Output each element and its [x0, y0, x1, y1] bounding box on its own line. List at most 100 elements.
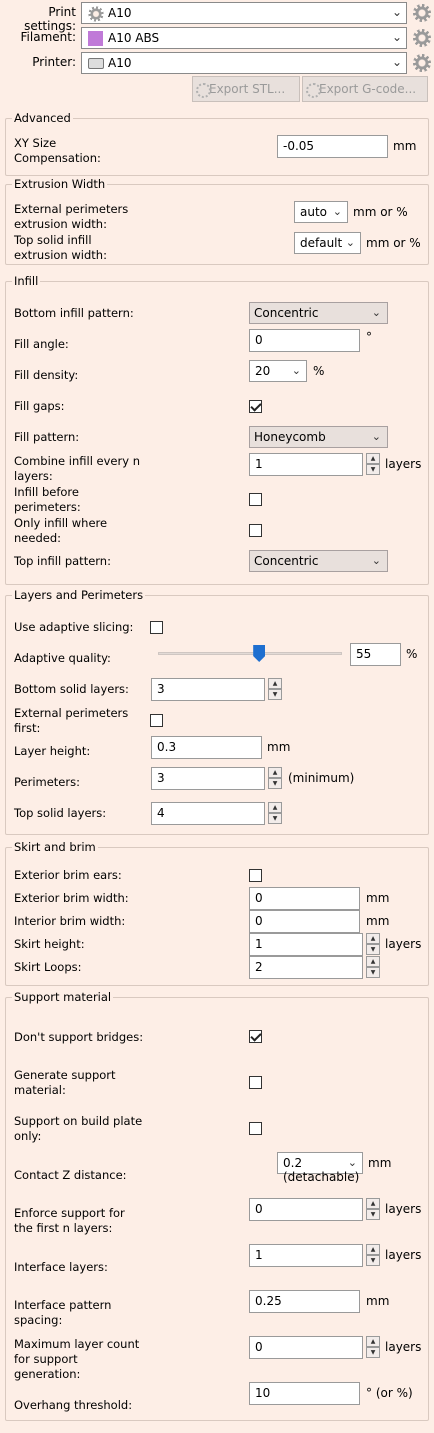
print-settings-value: A10	[108, 6, 132, 20]
adaptive-quality-slider-track[interactable]	[158, 652, 342, 655]
infill-before-label: Infill before	[14, 485, 79, 499]
fill-density-select[interactable]: 20 ⌄	[249, 360, 307, 382]
spin-down-icon[interactable]: ▼	[366, 464, 380, 475]
print-settings-gear-icon	[88, 6, 104, 22]
perimeters-input[interactable]: 3	[151, 767, 265, 790]
support-build-plate-checkbox[interactable]	[249, 1122, 262, 1135]
max-layer-count-input[interactable]: 0	[249, 1336, 363, 1359]
spin-down-icon[interactable]: ▼	[366, 967, 380, 978]
infill-before-label-2: perimeters:	[14, 500, 81, 514]
top-solid-layers-input[interactable]: 4	[151, 802, 265, 825]
bottom-solid-layers-input[interactable]: 3	[151, 678, 265, 701]
skirt-height-spinner[interactable]: ▲ ▼	[366, 933, 380, 955]
fill-angle-unit: °	[366, 330, 372, 344]
skirt-height-unit: layers	[385, 937, 422, 951]
fill-density-unit: %	[313, 364, 325, 378]
spin-up-icon[interactable]: ▲	[366, 933, 380, 944]
max-layer-count-spinner[interactable]: ▲ ▼	[366, 1336, 380, 1358]
spin-up-icon[interactable]: ▲	[366, 1336, 380, 1347]
layer-height-unit: mm	[267, 740, 291, 754]
interior-brim-width-unit: mm	[366, 914, 390, 928]
spin-down-icon[interactable]: ▼	[268, 813, 282, 824]
overhang-threshold-input[interactable]: 10	[249, 1382, 360, 1405]
interior-brim-width-input[interactable]: 0	[249, 910, 360, 933]
export-stl-label: Export STL...	[209, 82, 286, 96]
layers-perimeters-title: Layers and Perimeters	[12, 588, 146, 602]
dont-support-bridges-checkbox[interactable]	[249, 1030, 262, 1043]
ext-perimeters-first-checkbox[interactable]	[150, 714, 163, 727]
infill-before-checkbox[interactable]	[249, 493, 262, 506]
fill-angle-input[interactable]: 0	[249, 329, 360, 352]
printer-combo[interactable]: A10 ⌄	[81, 52, 407, 74]
spin-down-icon[interactable]: ▼	[366, 1347, 380, 1358]
ext-perimeters-first-label: External perimeters	[14, 706, 129, 720]
interface-pattern-spacing-input[interactable]: 0.25	[249, 1290, 360, 1313]
spin-up-icon[interactable]: ▲	[366, 1198, 380, 1209]
print-settings-combo[interactable]: A10 ⌄	[81, 2, 407, 24]
spin-down-icon[interactable]: ▼	[366, 1255, 380, 1266]
combine-infill-label-2: layers:	[14, 469, 53, 483]
export-stl-button[interactable]: Export STL...	[192, 76, 300, 102]
adaptive-slicing-checkbox[interactable]	[150, 621, 163, 634]
spin-down-icon[interactable]: ▼	[268, 778, 282, 789]
top-width-select[interactable]: default ⌄	[294, 232, 361, 254]
max-layer-count-label-3: generation:	[14, 1367, 81, 1381]
bottom-solid-layers-spinner[interactable]: ▲ ▼	[268, 678, 282, 700]
spin-up-icon[interactable]: ▲	[366, 1244, 380, 1255]
advanced-title: Advanced	[12, 111, 73, 125]
exterior-brim-ears-label: Exterior brim ears:	[14, 868, 122, 882]
skirt-loops-spinner[interactable]: ▲ ▼	[366, 956, 380, 978]
combine-infill-spinner[interactable]: ▲ ▼	[366, 453, 380, 475]
skirt-height-input[interactable]: 1	[249, 933, 363, 956]
xy-size-label-2: Compensation:	[14, 151, 101, 165]
top-solid-layers-label: Top solid layers:	[14, 806, 107, 820]
top-infill-pattern-select[interactable]: Concentric ⌄	[249, 550, 388, 572]
spin-up-icon[interactable]: ▲	[366, 956, 380, 967]
combine-infill-input[interactable]: 1	[249, 453, 363, 476]
printer-gear-icon-button[interactable]	[413, 54, 431, 72]
spin-up-icon[interactable]: ▲	[268, 802, 282, 813]
spin-down-icon[interactable]: ▼	[268, 689, 282, 700]
top-solid-layers-spinner[interactable]: ▲ ▼	[268, 802, 282, 824]
layer-height-input[interactable]: 0.3	[151, 736, 262, 759]
skirt-loops-input[interactable]: 2	[249, 956, 363, 979]
adaptive-quality-unit: %	[406, 647, 418, 661]
spin-up-icon[interactable]: ▲	[268, 678, 282, 689]
fill-pattern-select[interactable]: Honeycomb ⌄	[249, 426, 388, 448]
fill-gaps-checkbox[interactable]	[249, 400, 262, 413]
filament-combo[interactable]: A10 ABS ⌄	[81, 27, 407, 49]
max-layer-count-label: Maximum layer count	[14, 1337, 140, 1351]
max-layer-count-unit: layers	[385, 1340, 422, 1354]
print-settings-gear-icon-button[interactable]	[413, 4, 431, 22]
filament-gear-icon-button[interactable]	[413, 29, 431, 47]
exterior-brim-width-input[interactable]: 0	[249, 887, 360, 910]
layer-height-label: Layer height:	[14, 744, 91, 758]
export-gcode-button[interactable]: Export G-code...	[302, 76, 428, 102]
bottom-infill-pattern-select[interactable]: Concentric ⌄	[249, 302, 388, 324]
interface-layers-input[interactable]: 1	[249, 1244, 363, 1267]
contact-z-distance-label: Contact Z distance:	[14, 1168, 127, 1182]
ext-width-select[interactable]: auto ⌄	[294, 201, 348, 223]
only-infill-checkbox[interactable]	[249, 524, 262, 537]
contact-z-distance-select[interactable]: 0.2 (detachable) ⌄	[277, 1152, 363, 1184]
filament-label: Filament:	[20, 30, 76, 44]
generate-support-checkbox[interactable]	[249, 1076, 262, 1089]
support-build-plate-label: Support on build plate	[14, 1114, 143, 1128]
perimeters-spinner[interactable]: ▲ ▼	[268, 767, 282, 789]
adaptive-quality-input[interactable]: 55	[350, 643, 401, 666]
exterior-brim-ears-checkbox[interactable]	[249, 869, 262, 882]
interface-layers-spinner[interactable]: ▲ ▼	[366, 1244, 380, 1266]
top-infill-pattern-label: Top infill pattern:	[14, 554, 111, 568]
enforce-support-spinner[interactable]: ▲ ▼	[366, 1198, 380, 1220]
xy-size-input[interactable]: -0.05	[277, 135, 388, 158]
spin-down-icon[interactable]: ▼	[366, 944, 380, 955]
spin-up-icon[interactable]: ▲	[366, 453, 380, 464]
spin-down-icon[interactable]: ▼	[366, 1209, 380, 1220]
ext-width-unit: mm or %	[353, 205, 408, 219]
enforce-support-input[interactable]: 0	[249, 1198, 363, 1221]
infill-title: Infill	[12, 274, 41, 288]
spin-up-icon[interactable]: ▲	[268, 767, 282, 778]
interface-pattern-spacing-label-2: spacing:	[14, 1313, 63, 1327]
filament-color-swatch	[88, 31, 103, 46]
xy-size-label: XY Size	[14, 136, 57, 150]
